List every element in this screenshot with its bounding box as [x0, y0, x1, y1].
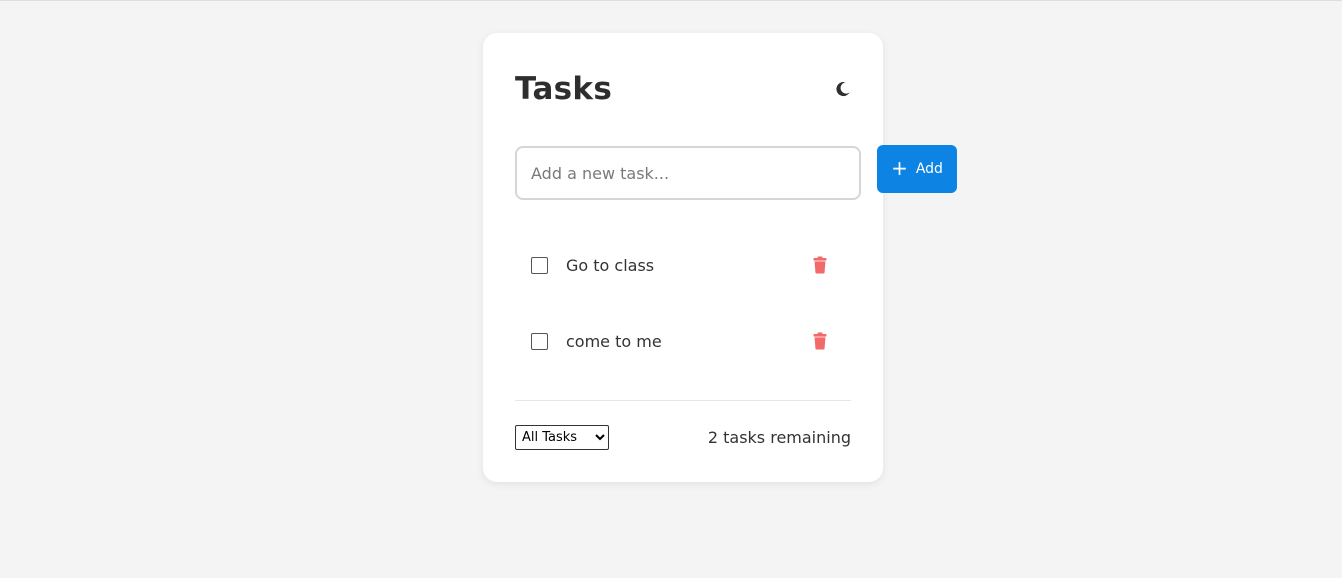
- task-list: Go to class come to me: [515, 229, 851, 381]
- trash-icon: [813, 332, 827, 350]
- add-button-label: Add: [915, 161, 943, 177]
- theme-toggle-button[interactable]: [833, 79, 853, 99]
- task-item: Go to class: [515, 229, 851, 305]
- footer-divider: [515, 400, 851, 401]
- task-item: come to me: [515, 305, 851, 381]
- page-title: Tasks: [515, 71, 613, 107]
- task-text: Go to class: [566, 256, 655, 275]
- todo-card: Tasks + Add Go to class come to me: [483, 33, 957, 482]
- delete-task-button[interactable]: [813, 332, 827, 350]
- tasks-remaining-count: 2 tasks remaining: [707, 428, 851, 447]
- new-task-input[interactable]: [515, 146, 861, 200]
- task-checkbox[interactable]: [531, 333, 548, 350]
- task-checkbox[interactable]: [531, 257, 548, 274]
- trash-icon: [813, 256, 827, 274]
- delete-task-button[interactable]: [813, 256, 827, 274]
- add-task-button[interactable]: + Add: [877, 145, 957, 193]
- moon-icon: [836, 82, 850, 97]
- task-text: come to me: [566, 332, 662, 351]
- plus-icon: +: [891, 156, 908, 180]
- task-filter-select[interactable]: All Tasks: [515, 425, 609, 450]
